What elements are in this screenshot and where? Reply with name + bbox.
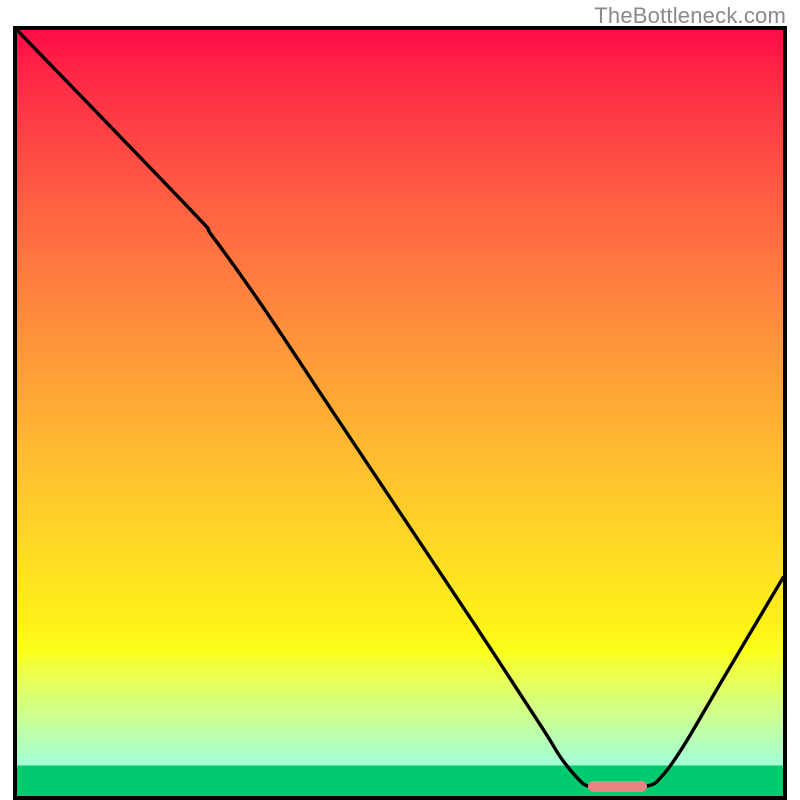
chart-frame (13, 26, 787, 800)
bottleneck-curve (17, 30, 783, 796)
optimal-range-marker (588, 781, 646, 792)
